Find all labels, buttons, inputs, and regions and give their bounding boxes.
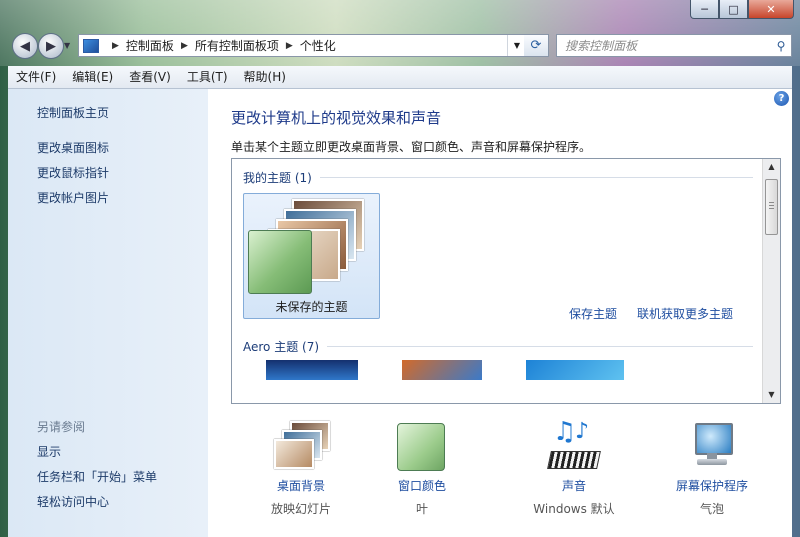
sidebar-change-desktop-icons[interactable]: 更改桌面图标	[37, 139, 109, 156]
see-also-heading: 另请参阅	[37, 420, 86, 434]
menu-file[interactable]: 文件(F)	[8, 66, 64, 88]
search-icon[interactable]: ⚲	[771, 39, 791, 53]
menu-edit[interactable]: 编辑(E)	[64, 66, 121, 88]
screensaver-setting[interactable]: 屏幕保护程序 气泡	[652, 421, 772, 517]
refresh-icon: ⟳	[530, 38, 542, 53]
window-color-icon	[393, 421, 451, 471]
theme-color-swatch	[248, 230, 312, 294]
my-themes-heading: 我的主题 (1)	[243, 171, 312, 185]
window-color-title[interactable]: 窗口颜色	[362, 477, 482, 494]
maximize-button[interactable]: □	[719, 0, 748, 19]
scroll-down-icon[interactable]: ▼	[763, 387, 780, 403]
back-button[interactable]: ◀	[12, 33, 38, 59]
screensaver-value: 气泡	[699, 502, 724, 516]
chevron-right-icon[interactable]: ▶	[112, 41, 119, 51]
breadcrumb-personalization[interactable]: 个性化	[300, 37, 336, 54]
main-content: ? 更改计算机上的视觉效果和声音 单击某个主题立即更改桌面背景、窗口颜色、声音和…	[208, 89, 792, 537]
scrollbar-thumb[interactable]	[765, 179, 778, 235]
menu-bar: 文件(F) 编辑(E) 查看(V) 工具(T) 帮助(H)	[8, 66, 792, 89]
sidebar-ease-of-access[interactable]: 轻松访问中心	[37, 493, 109, 510]
grip-line	[769, 205, 774, 206]
search-input[interactable]: 搜索控制面板	[557, 37, 771, 54]
chevron-right-icon[interactable]: ▶	[181, 41, 188, 51]
window-color-value: 叶	[415, 502, 428, 516]
aero-themes-group: Aero 主题 (7)	[243, 338, 753, 355]
unsaved-theme-label: 未保存的主题	[275, 300, 348, 314]
screensaver-title[interactable]: 屏幕保护程序	[652, 477, 772, 494]
help-icon: ?	[778, 93, 785, 104]
aero-theme-thumbnail[interactable]	[266, 360, 358, 380]
breadcrumb-all-items[interactable]: 所有控制面板项	[195, 37, 279, 54]
sidebar-control-panel-home[interactable]: 控制面板主页	[37, 104, 109, 121]
my-themes-group: 我的主题 (1)	[243, 169, 753, 186]
menu-tools[interactable]: 工具(T)	[179, 66, 236, 88]
aero-theme-thumbnail[interactable]	[402, 360, 482, 380]
sound-value: Windows 默认	[533, 502, 615, 516]
sidebar-change-account-picture[interactable]: 更改帐户图片	[37, 189, 109, 206]
address-bar[interactable]: ▶ 控制面板 ▶ 所有控制面板项 ▶ 个性化 ▼	[78, 34, 527, 57]
desktop-background-setting[interactable]: 桌面背景 放映幻灯片	[241, 421, 361, 517]
theme-list: 我的主题 (1) 未保存的主题 保存主题 联机获取更多主题 Aero 主题 (7…	[231, 158, 781, 404]
control-panel-icon	[83, 38, 99, 53]
aero-theme-thumbnail[interactable]	[526, 360, 624, 380]
sound-icon: ♫ ♪	[545, 417, 603, 471]
personalization-window: ─ □ ✕ ◀ ▶ ▼ ▶ 控制面板 ▶ 所有控制面板项 ▶ 个性化 ▼ ⟳ 搜…	[0, 0, 800, 537]
breadcrumb-control-panel[interactable]: 控制面板	[126, 37, 174, 54]
desktop-background-value: 放映幻灯片	[270, 502, 331, 516]
window-color-setting[interactable]: 窗口颜色 叶	[362, 421, 482, 517]
sidebar-taskbar-start-menu[interactable]: 任务栏和「开始」菜单	[37, 468, 157, 485]
forward-arrow-icon: ▶	[46, 38, 56, 54]
unsaved-theme-tile[interactable]: 未保存的主题	[243, 193, 380, 319]
refresh-button[interactable]: ⟳	[524, 34, 549, 57]
desktop-background-icon	[272, 421, 330, 471]
get-more-themes-link[interactable]: 联机获取更多主题	[637, 305, 733, 322]
navigation-bar: ◀ ▶ ▼ ▶ 控制面板 ▶ 所有控制面板项 ▶ 个性化 ▼ ⟳ 搜索控制面板 …	[8, 33, 792, 59]
theme-list-scrollbar[interactable]: ▲ ▼	[762, 159, 780, 403]
sidebar-change-mouse-pointers[interactable]: 更改鼠标指针	[37, 164, 109, 181]
menu-view[interactable]: 查看(V)	[121, 66, 179, 88]
forward-button[interactable]: ▶	[38, 33, 64, 59]
menu-help[interactable]: 帮助(H)	[236, 66, 294, 88]
grip-line	[769, 202, 774, 203]
sidebar: 控制面板主页 更改桌面图标 更改鼠标指针 更改帐户图片 另请参阅 显示 任务栏和…	[8, 89, 208, 537]
help-button[interactable]: ?	[774, 91, 789, 106]
sound-title[interactable]: 声音	[514, 477, 634, 494]
back-arrow-icon: ◀	[20, 38, 30, 54]
minimize-button[interactable]: ─	[690, 0, 719, 19]
recent-pages-dropdown[interactable]: ▼	[64, 41, 70, 50]
search-box[interactable]: 搜索控制面板 ⚲	[556, 34, 792, 57]
save-theme-link[interactable]: 保存主题	[569, 305, 617, 322]
sound-setting[interactable]: ♫ ♪ 声音 Windows 默认	[514, 417, 634, 517]
page-subtitle: 单击某个主题立即更改桌面背景、窗口颜色、声音和屏幕保护程序。	[231, 140, 592, 154]
divider	[327, 346, 753, 347]
page-title: 更改计算机上的视觉效果和声音	[231, 109, 442, 127]
scroll-up-icon[interactable]: ▲	[763, 159, 780, 175]
desktop-background-title[interactable]: 桌面背景	[241, 477, 361, 494]
chevron-right-icon[interactable]: ▶	[286, 41, 293, 51]
grip-line	[769, 208, 774, 209]
close-button[interactable]: ✕	[748, 0, 794, 19]
caption-buttons: ─ □ ✕	[690, 0, 794, 19]
divider	[319, 177, 753, 178]
aero-themes-heading: Aero 主题 (7)	[243, 340, 320, 354]
sidebar-display[interactable]: 显示	[37, 443, 61, 460]
screensaver-icon	[683, 421, 741, 471]
